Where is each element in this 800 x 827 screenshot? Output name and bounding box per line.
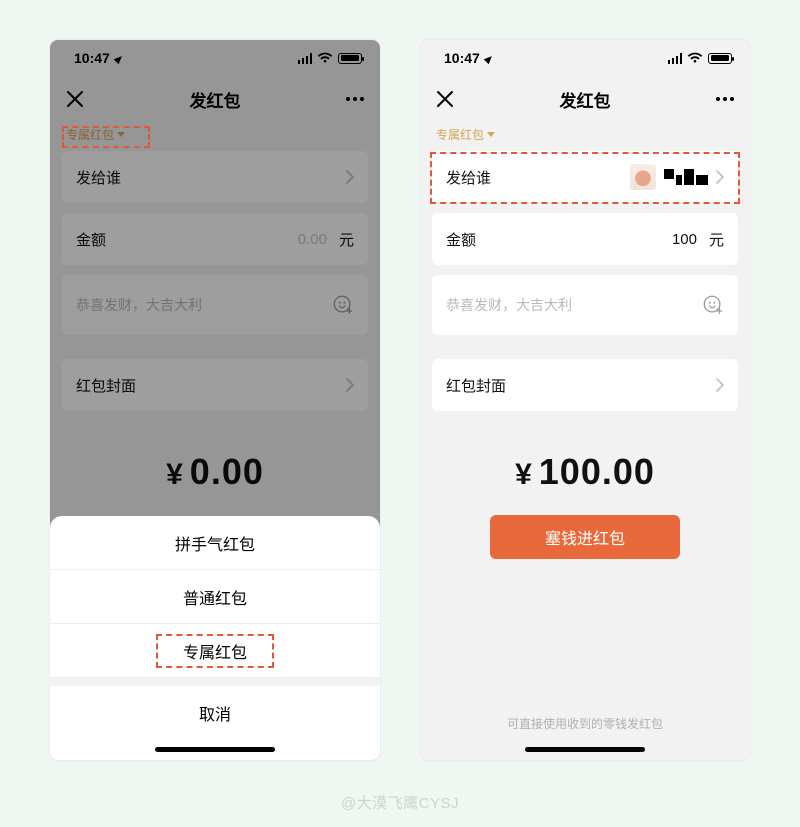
status-time: 10:47 (444, 50, 480, 66)
amount-label: 金额 (446, 229, 476, 250)
chevron-down-icon (487, 132, 495, 137)
recipient-name-redacted (664, 169, 708, 185)
sheet-option-normal[interactable]: 普通红包 (50, 570, 380, 624)
wifi-icon (687, 52, 703, 64)
sheet-option-exclusive[interactable]: 专属红包 (50, 624, 380, 678)
cover-label: 红包封面 (446, 375, 506, 396)
cell-signal-icon (668, 53, 683, 64)
chevron-right-icon (716, 170, 724, 184)
chevron-right-icon (716, 378, 724, 392)
more-icon[interactable] (716, 97, 734, 101)
amount-value: 100 (672, 231, 697, 248)
recipient-row[interactable]: 发给谁 (432, 151, 738, 203)
action-sheet: 拼手气红包 普通红包 专属红包 取消 (50, 516, 380, 760)
message-row[interactable]: 恭喜发财，大吉大利 (432, 275, 738, 335)
recipient-avatar (630, 164, 656, 190)
recipient-label: 发给谁 (446, 167, 491, 188)
submit-button[interactable]: 塞钱进红包 (490, 515, 680, 559)
battery-icon (708, 53, 732, 64)
amount-unit: 元 (709, 229, 724, 250)
nav-header: 发红包 (420, 76, 750, 122)
emoji-add-icon[interactable] (702, 294, 724, 316)
sheet-option-lucky[interactable]: 拼手气红包 (50, 516, 380, 570)
phone-left: 10:47 发红包 专属红包 发给谁 (50, 40, 380, 760)
envelope-type-label: 专属红包 (436, 126, 484, 143)
location-icon (484, 50, 494, 66)
message-placeholder: 恭喜发财，大吉大利 (446, 295, 572, 315)
big-amount: ¥100.00 (420, 451, 750, 493)
cover-row[interactable]: 红包封面 (432, 359, 738, 411)
phone-right: 10:47 发红包 专属红包 发给谁 (420, 40, 750, 760)
sheet-cancel[interactable]: 取消 (50, 686, 380, 740)
home-indicator (155, 747, 275, 752)
home-indicator (525, 747, 645, 752)
envelope-type-selector[interactable]: 专属红包 (420, 122, 750, 151)
amount-row[interactable]: 金额 100 元 (432, 213, 738, 265)
close-icon[interactable] (436, 90, 454, 108)
watermark: @大漠飞鹰CYSJ (0, 792, 800, 813)
page-title: 发红包 (560, 87, 611, 112)
balance-hint: 可直接使用收到的零钱发红包 (420, 715, 750, 732)
status-bar: 10:47 (420, 40, 750, 76)
